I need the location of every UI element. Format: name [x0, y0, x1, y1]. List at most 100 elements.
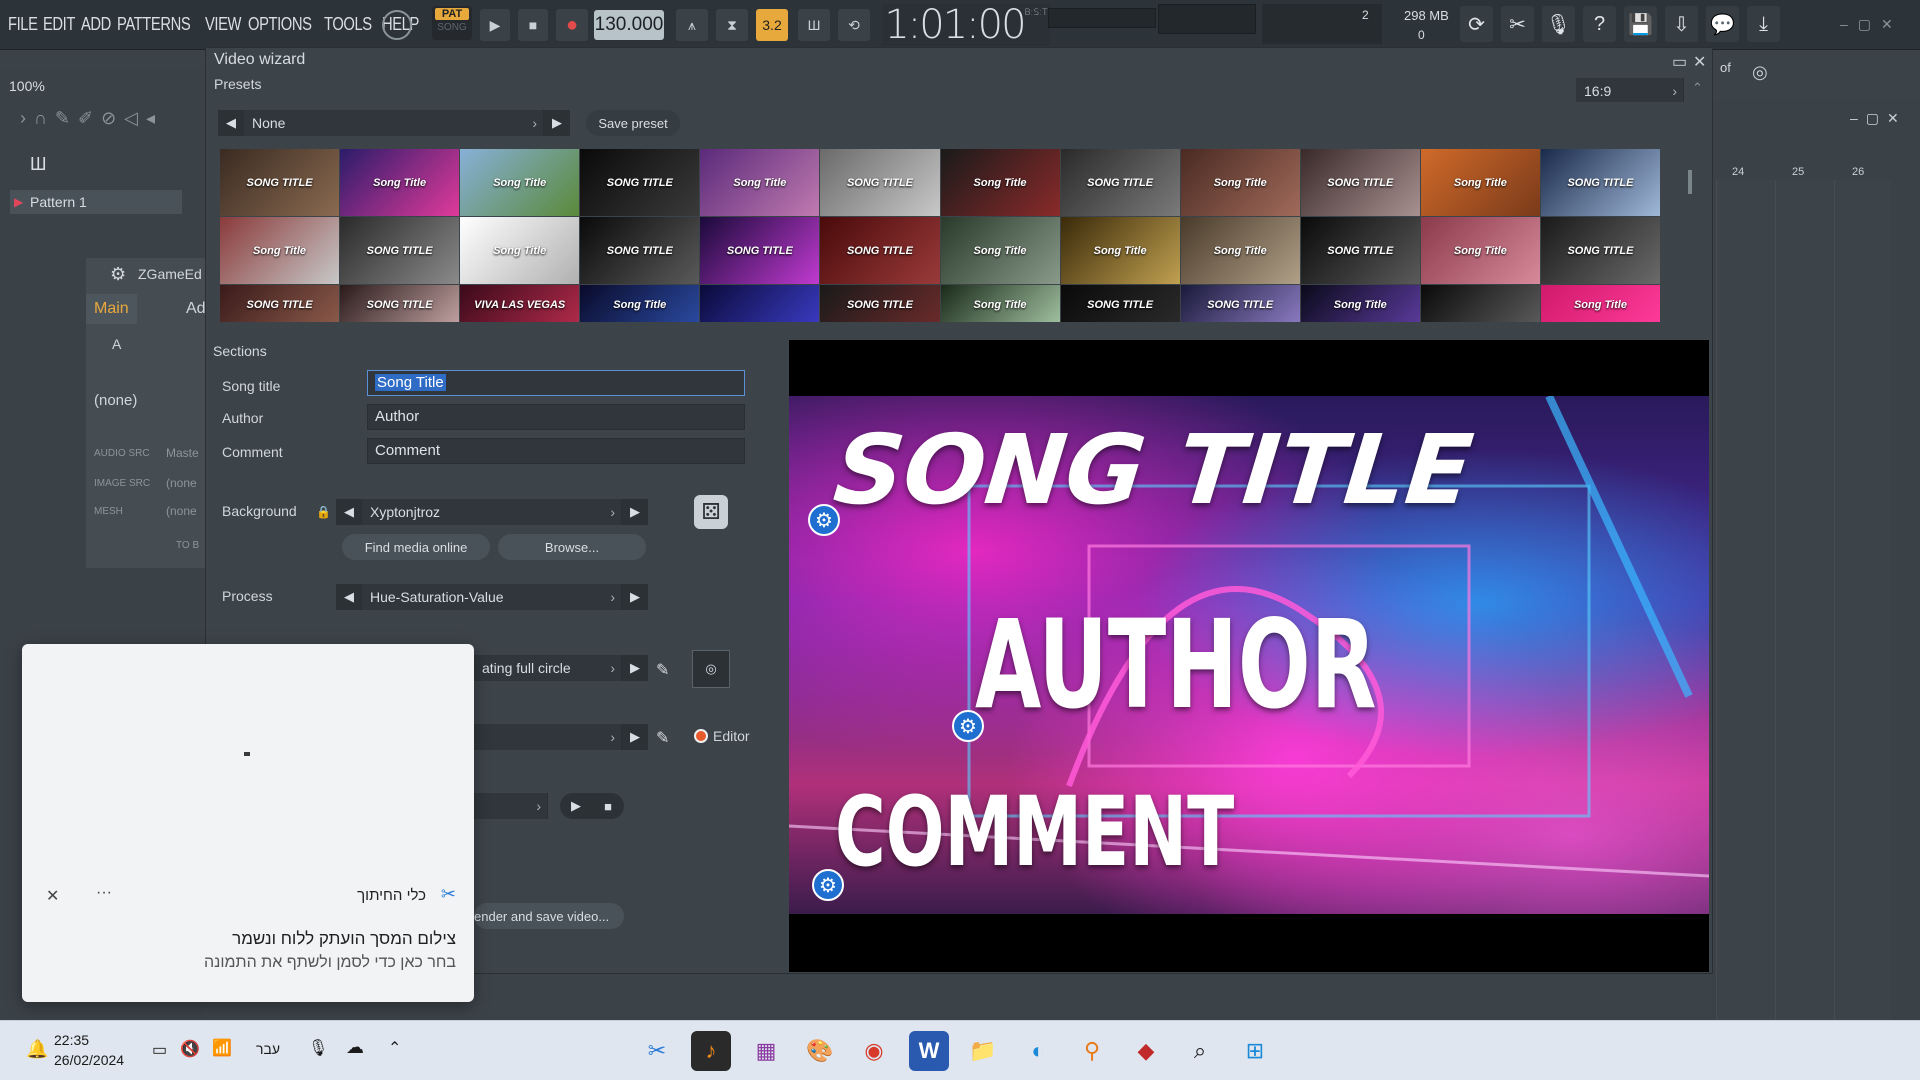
effect-next-button[interactable]: ▶: [622, 724, 648, 750]
preset-thumbnail[interactable]: Song Title: [1300, 285, 1420, 322]
windows-start-icon[interactable]: ⊞: [1235, 1031, 1275, 1071]
pat-song-toggle[interactable]: PAT SONG: [432, 6, 472, 40]
author-gear-icon[interactable]: ⚙: [952, 710, 984, 742]
clock-time[interactable]: 22:35: [54, 1032, 89, 1048]
playlist-window-controls[interactable]: –▢✕: [1850, 110, 1907, 127]
battery-icon[interactable]: ▭: [152, 1040, 167, 1060]
winrar-app-icon[interactable]: ▦: [746, 1031, 786, 1071]
snipping-tool-app-icon[interactable]: ✂: [637, 1031, 677, 1071]
preset-thumbnail[interactable]: VIVA LAS VEGAS: [460, 285, 580, 322]
notification-bell-icon[interactable]: 🔔: [26, 1039, 48, 1060]
master-volume-knob[interactable]: [382, 10, 412, 40]
mic-icon[interactable]: 🎙: [308, 1038, 328, 1058]
preset-select[interactable]: None: [244, 110, 544, 136]
record-button[interactable]: ●: [556, 9, 588, 41]
audio-src-value[interactable]: Maste: [166, 446, 199, 460]
export-icon[interactable]: ⇩: [1665, 6, 1698, 42]
menu-options[interactable]: OPTIONS: [248, 14, 312, 35]
mesh-value[interactable]: (none: [166, 504, 197, 518]
scroll-up-icon[interactable]: ⌃: [1692, 80, 1703, 96]
image-src-value[interactable]: (none: [166, 476, 197, 490]
preset-thumbnail[interactable]: Song Title: [1420, 217, 1540, 284]
effect-automation-icon[interactable]: ✎: [656, 728, 669, 748]
edge-app-icon[interactable]: ◐: [1018, 1031, 1058, 1071]
preset-thumbnail[interactable]: SONG TITLE: [820, 285, 940, 322]
preset-prev-button[interactable]: ◀: [218, 110, 244, 136]
dice-icon[interactable]: ⚄: [694, 495, 728, 529]
search-tool-app-icon[interactable]: ⚲: [1072, 1031, 1112, 1071]
preview-stop-button[interactable]: ■: [592, 793, 624, 819]
preset-thumbnail[interactable]: Song Title: [1420, 149, 1540, 216]
preset-thumbnail[interactable]: [700, 285, 820, 322]
zgame-none[interactable]: (none): [94, 392, 137, 409]
preset-thumbnail[interactable]: Song Title: [220, 217, 340, 284]
wifi-icon[interactable]: 📶: [212, 1038, 232, 1058]
cut-icon[interactable]: ✂: [1501, 6, 1534, 42]
preset-thumbnail[interactable]: SONG TITLE: [1540, 217, 1660, 284]
chevron-up-icon[interactable]: ⌃: [388, 1038, 401, 1058]
menu-add[interactable]: ADD: [81, 14, 111, 35]
more-options-icon[interactable]: ···: [96, 884, 112, 902]
pattern-selector[interactable]: ▶ Pattern 1: [10, 190, 182, 214]
preset-thumbnail[interactable]: SONG TITLE: [820, 149, 940, 216]
comment-gear-icon[interactable]: ⚙: [812, 869, 844, 901]
paint-app-icon[interactable]: 🎨: [800, 1031, 840, 1071]
preset-thumbnail[interactable]: Song Title: [1060, 217, 1180, 284]
title-gear-icon[interactable]: ⚙: [808, 504, 840, 536]
preset-thumbnail[interactable]: Song Title: [580, 285, 700, 322]
word-app-icon[interactable]: W: [909, 1031, 949, 1071]
close-icon[interactable]: ✕: [46, 886, 59, 906]
tempo-display[interactable]: 130.000: [594, 10, 664, 40]
globe-icon[interactable]: ◎: [1752, 62, 1768, 83]
loop-record-icon[interactable]: ⟲: [838, 9, 870, 41]
save-icon[interactable]: 💾: [1624, 6, 1657, 42]
rotation-next-button[interactable]: ▶: [622, 655, 648, 681]
preset-thumbnail[interactable]: SONG TITLE: [1060, 149, 1180, 216]
preset-thumbnail[interactable]: SONG TITLE: [1060, 285, 1180, 322]
preset-thumbnail[interactable]: SONG TITLE: [1540, 149, 1660, 216]
preset-thumbnail[interactable]: SONG TITLE: [1180, 285, 1300, 322]
save-preset-button[interactable]: Save preset: [586, 110, 680, 136]
preset-thumbnail[interactable]: Song Title: [940, 149, 1060, 216]
row-a[interactable]: A: [112, 336, 121, 352]
preset-thumbnail[interactable]: Song Title: [1540, 285, 1660, 322]
background-select[interactable]: Xyptonjtroz: [362, 499, 622, 525]
step-seq-icon[interactable]: Ш: [30, 154, 47, 175]
author-input[interactable]: Author: [367, 404, 745, 430]
process-next-button[interactable]: ▶: [622, 584, 648, 610]
step-edit-icon[interactable]: Ш: [798, 9, 830, 41]
browse-button[interactable]: Browse...: [498, 534, 646, 560]
preset-next-button[interactable]: ▶: [544, 110, 570, 136]
preset-thumbnail[interactable]: SONG TITLE: [1300, 149, 1420, 216]
preset-thumbnail[interactable]: SONG TITLE: [820, 217, 940, 284]
background-next-button[interactable]: ▶: [622, 499, 648, 525]
preview-play-button[interactable]: ▶: [560, 793, 592, 819]
preset-thumbnail[interactable]: SONG TITLE: [340, 217, 460, 284]
preset-thumbnail[interactable]: Song Title: [460, 149, 580, 216]
thumbnails-scrollbar[interactable]: [1688, 170, 1692, 194]
refresh-icon[interactable]: ⟳: [1460, 6, 1493, 42]
preset-thumbnail[interactable]: SONG TITLE: [220, 285, 340, 322]
menu-tools[interactable]: TOOLS: [324, 14, 372, 35]
volume-muted-icon[interactable]: 🔇: [180, 1039, 200, 1059]
preset-thumbnail[interactable]: Song Title: [1180, 217, 1300, 284]
comment-input[interactable]: Comment: [367, 438, 745, 464]
download-icon[interactable]: ⤓: [1747, 6, 1780, 42]
menu-edit[interactable]: EDIT: [43, 14, 75, 35]
snipping-tool-notification[interactable]: ✕ ··· כלי החיתוך ✂ צילום המסך הועתק ללוח…: [22, 644, 474, 1002]
automation-icon[interactable]: ✎: [656, 660, 669, 680]
microphone-icon[interactable]: 🎙: [1542, 6, 1575, 42]
preset-thumbnail[interactable]: Song Title: [940, 285, 1060, 322]
playlist-grid[interactable]: [1716, 180, 1891, 1020]
preset-thumbnail[interactable]: SONG TITLE: [1300, 217, 1420, 284]
position-joystick[interactable]: ◎: [692, 650, 730, 688]
play-button[interactable]: ▶: [480, 9, 510, 41]
language-indicator[interactable]: עבר: [256, 1041, 280, 1057]
effect-select[interactable]: [474, 724, 622, 750]
rotation-select[interactable]: ating full circle: [474, 655, 622, 681]
tab-main[interactable]: Main: [86, 294, 137, 324]
search-icon[interactable]: ⌕: [1180, 1031, 1220, 1071]
preset-thumbnail[interactable]: SONG TITLE: [340, 285, 460, 322]
menu-patterns[interactable]: PATTERNS: [117, 14, 191, 35]
file-explorer-app-icon[interactable]: 📁: [963, 1031, 1003, 1071]
